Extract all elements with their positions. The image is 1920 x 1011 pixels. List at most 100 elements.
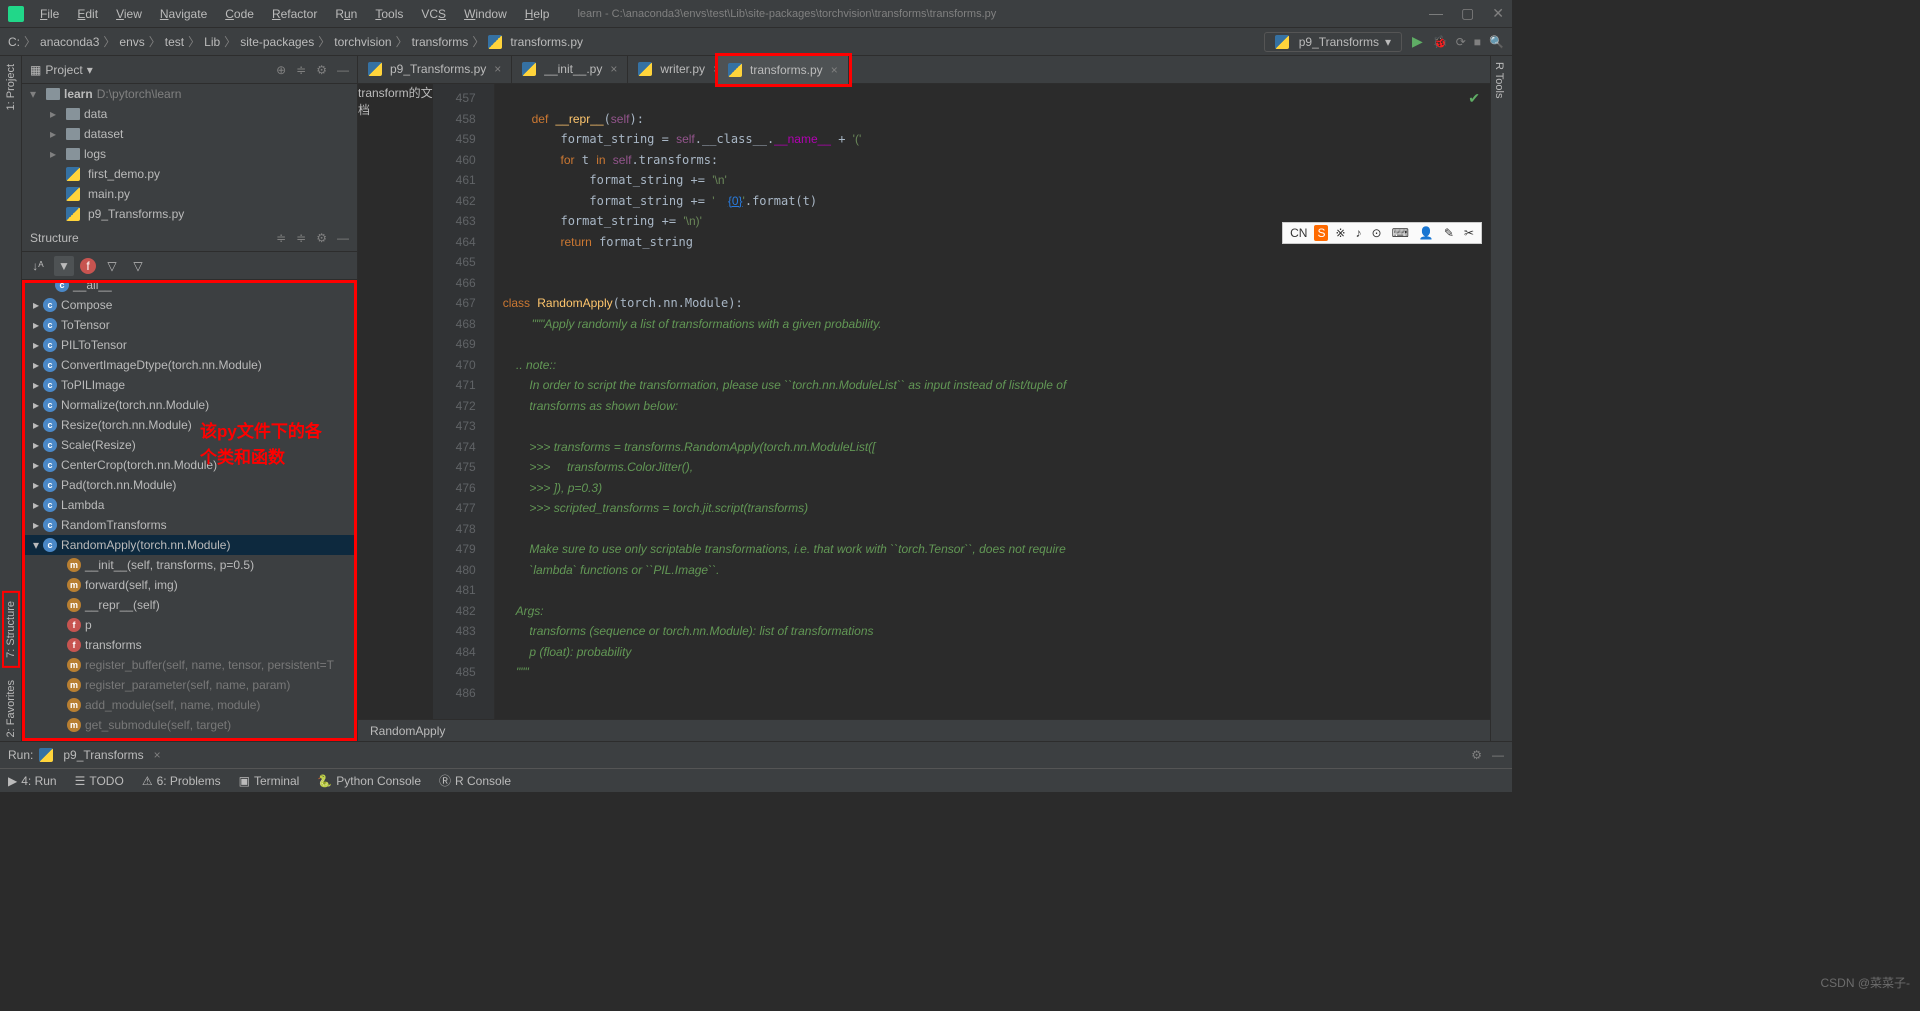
tab-p9[interactable]: p9_Transforms.py×	[358, 55, 512, 83]
debug-button[interactable]: 🐞	[1433, 35, 1448, 49]
crumb-8[interactable]: transforms.py	[510, 35, 583, 49]
crumb-0[interactable]: C:	[8, 35, 20, 49]
sort-icon[interactable]: ↓ᴬ	[28, 256, 48, 276]
menu-refactor[interactable]: Refactor	[264, 4, 325, 24]
filter-2-icon[interactable]: f	[80, 258, 96, 274]
struct-item[interactable]: ▸cNormalize(torch.nn.Module)	[25, 395, 354, 415]
tab-transforms[interactable]: transforms.py×	[718, 56, 849, 84]
close-icon[interactable]: ×	[494, 62, 501, 76]
struct-item[interactable]: ▸cLambda	[25, 495, 354, 515]
dropdown-icon[interactable]: ▾	[87, 63, 93, 77]
locate-icon[interactable]: ⊕	[276, 63, 286, 77]
struct-item[interactable]: ▸cCompose	[25, 295, 354, 315]
menu-view[interactable]: View	[108, 4, 150, 24]
close-icon[interactable]: ×	[610, 62, 617, 76]
tab-structure[interactable]: 7: Structure	[2, 591, 20, 668]
filter-3-icon[interactable]: ▽	[102, 256, 122, 276]
crumb-5[interactable]: site-packages	[240, 35, 314, 49]
tree-file[interactable]: first_demo.py	[22, 164, 357, 184]
struct-method[interactable]: mget_submodule(self, target)	[25, 715, 354, 735]
struct-method[interactable]: madd_module(self, name, module)	[25, 695, 354, 715]
run-config-selector[interactable]: p9_Transforms ▾	[1264, 32, 1402, 52]
tree-file[interactable]: p9_Transforms.py	[22, 204, 357, 224]
bottom-rconsole[interactable]: Ⓡ R Console	[439, 772, 511, 789]
code-area[interactable]: ✔ transform的文 档 CNS ※♪ ⊙⌨ 👤✎ ✂ 457458459…	[358, 84, 1490, 719]
tree-file[interactable]: main.py	[22, 184, 357, 204]
close-icon[interactable]: ×	[831, 63, 838, 77]
struct-method[interactable]: mregister_parameter(self, name, param)	[25, 675, 354, 695]
struct-item[interactable]: ▸cPad(torch.nn.Module)	[25, 475, 354, 495]
search-button[interactable]: 🔍	[1489, 35, 1504, 49]
struct-method[interactable]: m__init__(self, transforms, p=0.5)	[25, 555, 354, 575]
close-icon[interactable]: ×	[154, 748, 161, 762]
tab-project[interactable]: 1: Project	[5, 60, 17, 114]
bottom-todo[interactable]: ☰ TODO	[75, 774, 124, 788]
bottom-run[interactable]: ▶ 4: Run	[8, 774, 57, 788]
tab-favorites[interactable]: 2: Favorites	[5, 676, 17, 741]
struct-method[interactable]: mregister_buffer(self, name, tensor, per…	[25, 655, 354, 675]
expand-icon[interactable]: ≑	[276, 231, 286, 245]
maximize-icon[interactable]: ▢	[1461, 5, 1474, 22]
settings-icon[interactable]: ⚙	[1471, 748, 1482, 762]
annat13: transform的文 档	[358, 84, 433, 719]
coverage-button[interactable]: ⟳	[1456, 35, 1466, 49]
struct-item[interactable]: ▸cToTensor	[25, 315, 354, 335]
bottom-terminal[interactable]: ▣ Terminal	[239, 774, 300, 788]
settings-icon[interactable]: ⚙	[316, 231, 327, 245]
hide-icon[interactable]: —	[1492, 748, 1504, 762]
close-icon[interactable]: ✕	[1492, 5, 1504, 22]
tree-folder[interactable]: ▸dataset	[22, 124, 357, 144]
struct-field[interactable]: fp	[25, 615, 354, 635]
collapse-icon[interactable]: ≑	[296, 231, 306, 245]
struct-item[interactable]: ▸cRandomTransforms	[25, 515, 354, 535]
crumb-3[interactable]: test	[165, 35, 184, 49]
crumb-6[interactable]: torchvision	[334, 35, 391, 49]
menu-tools[interactable]: Tools	[367, 4, 411, 24]
tree-folder[interactable]: ▸logs	[22, 144, 357, 164]
structure-title: Structure	[30, 231, 79, 245]
collapse-icon[interactable]: ≑	[296, 63, 306, 77]
bottom-bar: ▶ 4: Run ☰ TODO ⚠ 6: Problems ▣ Terminal…	[0, 768, 1512, 792]
menu-navigate[interactable]: Navigate	[152, 4, 215, 24]
struct-item[interactable]: ▸cToPILImage	[25, 375, 354, 395]
crumb-7[interactable]: transforms	[412, 35, 469, 49]
bottom-problems[interactable]: ⚠ 6: Problems	[142, 774, 221, 788]
settings-icon[interactable]: ⚙	[316, 63, 327, 77]
tree-root-item[interactable]: ▾ learn D:\pytorch\learn	[22, 84, 357, 104]
filter-4-icon[interactable]: ▽	[128, 256, 148, 276]
menu-help[interactable]: Help	[517, 4, 558, 24]
tab-rtools[interactable]: R Tools	[1491, 56, 1507, 104]
struct-method[interactable]: m__repr__(self)	[25, 595, 354, 615]
struct-item-selected[interactable]: ▾cRandomApply(torch.nn.Module)	[25, 535, 354, 555]
python-icon	[1275, 35, 1289, 49]
line-gutter[interactable]: 4574584594604614624634644654664674684694…	[433, 84, 495, 719]
run-button[interactable]: ▶	[1412, 33, 1423, 50]
hide-icon[interactable]: —	[337, 231, 349, 245]
filter-1-icon[interactable]: ▼	[54, 256, 74, 276]
struct-field[interactable]: ftransforms	[25, 635, 354, 655]
menu-file[interactable]: File	[32, 4, 67, 24]
crumb-2[interactable]: envs	[119, 35, 144, 49]
code-text[interactable]: def __repr__(self): format_string = self…	[495, 84, 1490, 719]
menu-run[interactable]: Run	[327, 4, 365, 24]
struct-item[interactable]: c__all__	[25, 280, 354, 295]
inspection-ok-icon[interactable]: ✔	[1468, 90, 1480, 107]
ime-toolbar[interactable]: CNS ※♪ ⊙⌨ 👤✎ ✂	[1282, 222, 1482, 244]
tab-init[interactable]: __init__.py×	[512, 55, 628, 83]
tree-folder[interactable]: ▸data	[22, 104, 357, 124]
menu-code[interactable]: Code	[217, 4, 262, 24]
struct-item[interactable]: ▸cConvertImageDtype(torch.nn.Module)	[25, 355, 354, 375]
crumb-4[interactable]: Lib	[204, 35, 220, 49]
menu-edit[interactable]: Edit	[69, 4, 106, 24]
struct-item[interactable]: ▸cPILToTensor	[25, 335, 354, 355]
menu-vcs[interactable]: VCS	[413, 4, 454, 24]
stop-button[interactable]: ■	[1474, 35, 1481, 49]
menu-window[interactable]: Window	[456, 4, 515, 24]
struct-method[interactable]: mforward(self, img)	[25, 575, 354, 595]
left-tool-strip: 1: Project 7: Structure 2: Favorites	[0, 56, 22, 741]
bottom-pyconsole[interactable]: 🐍 Python Console	[317, 774, 421, 788]
code-breadcrumb[interactable]: RandomApply	[358, 719, 1490, 741]
crumb-1[interactable]: anaconda3	[40, 35, 99, 49]
hide-icon[interactable]: —	[337, 63, 349, 77]
minimize-icon[interactable]: —	[1429, 5, 1443, 22]
